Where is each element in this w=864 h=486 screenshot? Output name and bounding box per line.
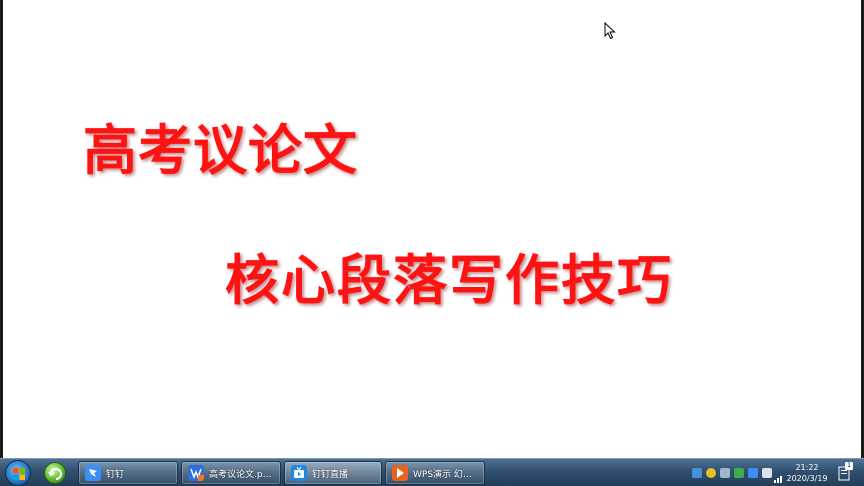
clock-date: 2020/3/19 [786, 474, 828, 483]
tray-security-icon[interactable] [706, 468, 716, 478]
wps-slides-icon [392, 465, 408, 481]
refresh-app-icon[interactable] [44, 462, 66, 484]
dingtalk-icon [85, 465, 101, 481]
live-stream-icon [291, 465, 307, 481]
windows-start-orb-icon[interactable] [5, 460, 31, 486]
slide-title-line-2: 核心段落写作技巧 [225, 249, 673, 312]
taskbar-button-wps-slides[interactable]: WPS演示 幻灯片... [385, 461, 485, 485]
mouse-cursor-icon [604, 22, 616, 40]
tray-network-icon[interactable] [720, 468, 730, 478]
presentation-slide: 高考议论文 核心段落写作技巧 [3, 0, 861, 458]
taskbar-button-label: 高考议论文.pptx ... [209, 470, 276, 480]
taskbar-button-dingtalk-live[interactable]: 钉钉直播 [284, 461, 382, 485]
taskbar-button-label: 钉钉 [106, 470, 125, 480]
notification-count-badge: 1 [845, 462, 853, 470]
wps-presentation-icon [188, 465, 204, 481]
taskbar-button-label: 钉钉直播 [312, 470, 349, 480]
taskbar-button-label: WPS演示 幻灯片... [413, 470, 480, 480]
slide-title-line-1: 高考议论文 [83, 119, 358, 182]
taskbar-button-pptx-file[interactable]: 高考议论文.pptx ... [181, 461, 281, 485]
clock-time: 21:22 [795, 463, 819, 472]
taskbar-button-dingtalk[interactable]: 钉钉 [78, 461, 178, 485]
taskbar-clock[interactable]: 21:22 2020/3/19 [780, 462, 834, 484]
tray-dingtalk-icon[interactable] [748, 468, 758, 478]
taskbar: 钉钉 高考议论文.pptx ... 钉钉直播 WPS演示 幻灯片... [0, 458, 864, 486]
tray-volume-icon[interactable] [762, 468, 772, 478]
tray-ime-icon[interactable] [734, 468, 744, 478]
tray-app-icon[interactable] [692, 468, 702, 478]
